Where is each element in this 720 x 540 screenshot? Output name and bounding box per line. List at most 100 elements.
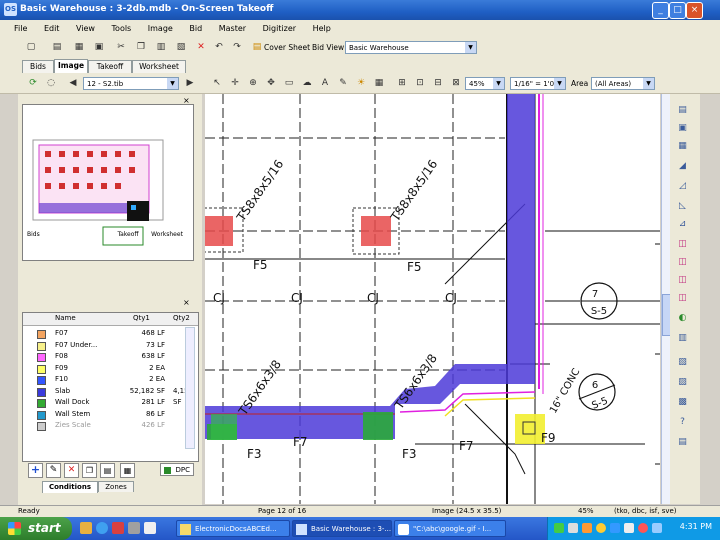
tray-icon[interactable] xyxy=(624,523,634,533)
start-button[interactable]: start xyxy=(0,517,72,540)
preview-tab-takeoff[interactable]: Takeoff xyxy=(113,231,143,240)
area-select[interactable]: (All Areas) ▼ xyxy=(591,77,655,90)
zoom-out-icon[interactable]: ⊟ xyxy=(431,76,445,90)
condition-row[interactable]: Wall Dock 281 LF xyxy=(23,397,183,408)
browser-icon[interactable] xyxy=(96,522,108,534)
cover-sheet-button[interactable]: Cover Sheet xyxy=(264,41,310,54)
tool-icon[interactable]: ◫ xyxy=(676,292,689,305)
redo-icon[interactable]: ↷ xyxy=(230,40,244,54)
add-condition-icon[interactable]: + xyxy=(28,463,43,478)
tool-icon[interactable]: ◫ xyxy=(676,238,689,251)
maximize-button[interactable]: □ xyxy=(669,2,686,19)
tool-icon[interactable]: ◿ xyxy=(676,180,689,193)
scale-select[interactable]: 1/16" = 1'0" ▼ xyxy=(510,77,566,90)
find-icon[interactable]: ▧ xyxy=(174,40,188,54)
tool-icon[interactable]: ▣ xyxy=(676,122,689,135)
condition-row[interactable]: F09 2 EA xyxy=(23,363,183,374)
tray-icon[interactable] xyxy=(582,523,592,533)
drawing-canvas[interactable]: F5 F5 CJ CJ CJ CJ F3 F3 F7 F7 F9 7 S-5 6… xyxy=(205,94,660,504)
quicklaunch-icon[interactable] xyxy=(144,522,156,534)
tab-takeoff[interactable]: Takeoff xyxy=(88,60,132,73)
condition-row[interactable]: F10 2 EA xyxy=(23,374,183,385)
zoom-fit-icon[interactable]: ⊡ xyxy=(413,76,427,90)
minimize-button[interactable]: _ xyxy=(652,2,669,19)
condition-row[interactable]: F08 638 LF xyxy=(23,351,183,362)
tool-icon[interactable]: ◺ xyxy=(676,200,689,213)
page-select[interactable]: 12 - S2.tib ▼ xyxy=(83,77,179,90)
tool-icon[interactable]: ▤ xyxy=(676,104,689,117)
export-condition-icon[interactable]: ▦ xyxy=(120,463,135,478)
text-icon[interactable]: A xyxy=(318,76,332,90)
tool-icon[interactable]: ▤ xyxy=(676,436,689,449)
tray-icon[interactable] xyxy=(610,523,620,533)
prev-page-icon[interactable]: ◀ xyxy=(66,76,80,90)
zoom-in-icon[interactable]: ⊞ xyxy=(395,76,409,90)
tab-conditions[interactable]: Conditions xyxy=(42,481,98,493)
tray-icon[interactable] xyxy=(596,523,606,533)
menu-digitizer[interactable]: Digitizer xyxy=(263,20,296,37)
bid-view-button[interactable]: Bid View xyxy=(312,41,344,54)
header-name[interactable]: Name xyxy=(55,314,76,322)
close-icon[interactable]: × xyxy=(183,96,190,105)
menu-bid[interactable]: Bid xyxy=(189,20,202,37)
task-basic-warehouse[interactable]: Basic Warehouse : 3-... xyxy=(292,520,392,537)
preview-tab-worksheet[interactable]: Worksheet xyxy=(149,231,185,240)
tool-icon[interactable]: ◢ xyxy=(676,160,689,173)
condition-row[interactable]: Zies Scale 426 LF xyxy=(23,420,183,431)
highlight-icon[interactable]: ✎ xyxy=(336,76,350,90)
delete-icon[interactable]: ✕ xyxy=(194,40,208,54)
tray-icon[interactable] xyxy=(652,523,662,533)
close-button[interactable]: × xyxy=(686,2,703,19)
edit-condition-icon[interactable]: ✎ xyxy=(46,463,61,478)
menu-tools[interactable]: Tools xyxy=(112,20,132,37)
delete-condition-icon[interactable]: ✕ xyxy=(64,463,79,478)
tab-worksheet[interactable]: Worksheet xyxy=(132,60,186,73)
quicklaunch-icon[interactable] xyxy=(128,522,140,534)
print-condition-icon[interactable]: ▤ xyxy=(100,463,115,478)
refresh-icon[interactable]: ⟳ xyxy=(26,76,40,90)
zoom-icon[interactable]: ⊕ xyxy=(246,76,260,90)
open-icon[interactable]: ▤ xyxy=(50,40,64,54)
tool-icon[interactable]: ⊿ xyxy=(676,218,689,231)
copy-icon[interactable]: ❐ xyxy=(134,40,148,54)
quicklaunch-icon[interactable] xyxy=(80,522,92,534)
tab-image[interactable]: Image xyxy=(54,59,88,73)
pointer-icon[interactable]: ↖ xyxy=(210,76,224,90)
preview-tab-bids[interactable]: Bids xyxy=(27,231,57,240)
tool-icon[interactable]: ▦ xyxy=(676,140,689,153)
tray-icon[interactable] xyxy=(568,523,578,533)
tray-icon[interactable] xyxy=(554,523,564,533)
condition-row[interactable]: Wall Stem 86 LF xyxy=(23,409,183,420)
conditions-scrollbar[interactable] xyxy=(185,327,195,449)
tab-bids[interactable]: Bids xyxy=(22,60,54,73)
preview-icon[interactable]: ▣ xyxy=(92,40,106,54)
dpc-button[interactable]: DPC xyxy=(160,463,194,476)
stop-icon[interactable]: ◌ xyxy=(44,76,58,90)
tool-icon[interactable]: ? xyxy=(676,416,689,429)
next-page-icon[interactable]: ▶ xyxy=(183,76,197,90)
pan-icon[interactable]: ✥ xyxy=(264,76,278,90)
zoom-select[interactable]: 45% ▼ xyxy=(465,77,505,90)
menu-image[interactable]: Image xyxy=(148,20,173,37)
cloud-icon[interactable]: ☁ xyxy=(300,76,314,90)
task-electronic-docs[interactable]: ElectronicDocsABCEd... xyxy=(176,520,290,537)
quicklaunch-icon[interactable] xyxy=(112,522,124,534)
condition-row[interactable]: F07 Under... 73 LF xyxy=(23,340,183,351)
print-icon[interactable]: ▦ xyxy=(72,40,86,54)
tool-icon[interactable]: ▨ xyxy=(676,376,689,389)
callout-icon[interactable]: ▭ xyxy=(282,76,296,90)
tray-icon[interactable] xyxy=(638,523,648,533)
condition-row[interactable]: F07 468 LF xyxy=(23,328,183,339)
menu-view[interactable]: View xyxy=(76,20,95,37)
grid-icon[interactable]: ▦ xyxy=(372,76,386,90)
bid-select[interactable]: Basic Warehouse ▼ xyxy=(345,41,477,54)
tab-zones[interactable]: Zones xyxy=(98,481,134,492)
header-qty1[interactable]: Qty1 xyxy=(133,314,150,322)
close-icon[interactable]: × xyxy=(183,298,190,307)
cut-icon[interactable]: ✂ xyxy=(114,40,128,54)
paste-icon[interactable]: ▥ xyxy=(154,40,168,54)
drawing-vertical-scrollbar[interactable] xyxy=(661,94,671,504)
menu-file[interactable]: File xyxy=(14,20,27,37)
zoom-window-icon[interactable]: ⊠ xyxy=(449,76,463,90)
header-qty2[interactable]: Qty2 xyxy=(173,314,190,322)
